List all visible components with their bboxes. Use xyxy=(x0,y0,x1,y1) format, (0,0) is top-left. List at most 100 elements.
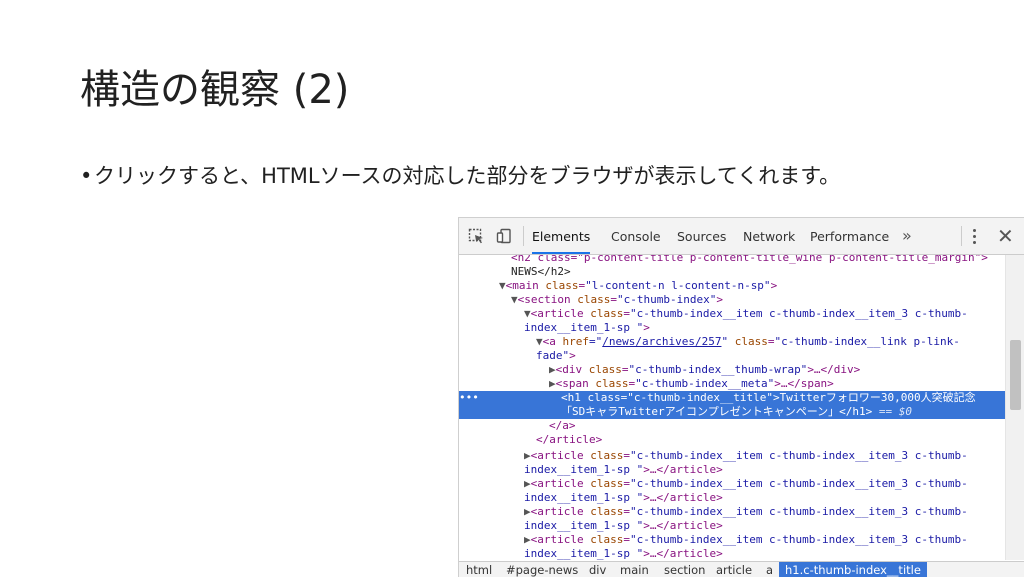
breadcrumb-item-current[interactable]: h1.c-thumb-index__title xyxy=(779,562,927,577)
attr-value: "c-thumb-index__item c-thumb-index__item… xyxy=(629,477,968,490)
tag-close: </article> xyxy=(536,433,603,446)
dom-node-article[interactable]: ▼<article class="c-thumb-index__item c-t… xyxy=(459,307,1005,321)
console-ref: == $0 xyxy=(872,405,913,418)
tag-name: <section xyxy=(517,293,571,306)
attr-name: class xyxy=(590,505,624,518)
tag-close: > xyxy=(770,279,778,292)
dom-tree: <h2 class="p-content-title p-content-tit… xyxy=(459,255,1005,560)
attr-value: index__item_1-sp " xyxy=(524,491,644,504)
href-link[interactable]: /news/archives/257 xyxy=(602,335,721,348)
attr-value: "c-thumb-index__link p-link- xyxy=(774,335,960,348)
slide-title: 構造の観察 (2) xyxy=(80,67,350,113)
tag-name: <span xyxy=(555,377,589,390)
devtools-toolbar: Elements Console Sources Network Perform… xyxy=(459,218,1024,255)
attr-value: "c-thumb-index__item c-thumb-index__item… xyxy=(629,449,968,462)
dom-node-a[interactable]: ▼<a href="/news/archives/257" class="c-t… xyxy=(459,335,1005,349)
breadcrumb-item[interactable]: article xyxy=(714,562,754,577)
tag-close: > xyxy=(569,349,576,362)
dom-node-article[interactable]: ▶<article class="c-thumb-index__item c-t… xyxy=(459,533,1005,547)
tab-console[interactable]: Console xyxy=(611,218,661,254)
dom-node-article[interactable]: ▶<article class="c-thumb-index__item c-t… xyxy=(459,505,1005,519)
devtools-panel: Elements Console Sources Network Perform… xyxy=(458,217,1024,577)
tag-close: </h1> xyxy=(839,405,873,418)
attr-name: href xyxy=(562,335,590,348)
attr-name: class xyxy=(590,307,624,320)
breadcrumb-item[interactable]: html xyxy=(464,562,494,577)
breadcrumb-item[interactable]: section xyxy=(662,562,707,577)
dom-node-close[interactable]: </a> xyxy=(459,419,1005,433)
tab-sources[interactable]: Sources xyxy=(677,218,726,254)
tab-performance[interactable]: Performance xyxy=(810,218,889,254)
dom-node-line[interactable]: index__item_1-sp ">…</article> xyxy=(459,547,1005,560)
expand-triangle-icon[interactable]: ▶ xyxy=(524,533,531,546)
tag-name: <main xyxy=(505,279,539,292)
collapse-triangle-icon[interactable]: ▼ xyxy=(499,279,506,292)
dom-node-line[interactable]: fade"> xyxy=(459,349,1005,363)
attr-value: "c-thumb-index__thumb-wrap" xyxy=(628,363,808,376)
collapse-triangle-icon[interactable]: ▼ xyxy=(524,307,531,320)
breadcrumb: html #page-news div main section article… xyxy=(459,561,1024,577)
tag-name: <h1 xyxy=(561,391,581,404)
tag-name: <div xyxy=(555,363,583,376)
attr-value: index__item_1-sp " xyxy=(524,463,644,476)
dom-node-line[interactable]: index__item_1-sp ">…</article> xyxy=(459,519,1005,533)
attr-name: class xyxy=(590,533,624,546)
more-tabs-button[interactable]: » xyxy=(902,218,912,254)
attr-value: "c-thumb-index__title" xyxy=(627,391,773,404)
breadcrumb-item[interactable]: div xyxy=(587,562,608,577)
scrollbar-thumb[interactable] xyxy=(1010,340,1021,410)
attr-name: class xyxy=(545,279,579,292)
dom-node-h1-selected[interactable]: ••• <h1 class="c-thumb-index__title">Twit… xyxy=(459,391,1005,405)
tab-network[interactable]: Network xyxy=(743,218,795,254)
dom-node-text: <h2 class="p-content-title p-content-tit… xyxy=(511,255,988,264)
expand-triangle-icon[interactable]: ▶ xyxy=(524,449,531,462)
dom-node-line[interactable]: NEWS</h2> xyxy=(459,265,1005,279)
toolbar-divider xyxy=(961,226,962,246)
tag-close: >…</div> xyxy=(807,363,861,376)
tag-close: >…</span> xyxy=(774,377,834,390)
breadcrumb-item[interactable]: #page-news xyxy=(504,562,580,577)
dom-node-close[interactable]: </article> xyxy=(459,433,1005,447)
dom-node-line[interactable]: <h2 class="p-content-title p-content-tit… xyxy=(459,255,1005,265)
expand-triangle-icon[interactable]: ▶ xyxy=(549,377,556,390)
expand-triangle-icon[interactable]: ▶ xyxy=(524,505,531,518)
attr-name: class xyxy=(595,377,629,390)
kebab-menu-icon[interactable] xyxy=(973,229,977,244)
attr-value: "c-thumb-index" xyxy=(616,293,717,306)
tag-close: >…</article> xyxy=(643,547,723,560)
expand-triangle-icon[interactable]: ▶ xyxy=(524,477,531,490)
dom-node-text: NEWS</h2> xyxy=(511,265,571,278)
dom-node-section[interactable]: ▼<section class="c-thumb-index"> xyxy=(459,293,1005,307)
inspect-element-icon[interactable] xyxy=(468,228,484,244)
dom-node-line[interactable]: index__item_1-sp ">…</article> xyxy=(459,491,1005,505)
dom-node-span[interactable]: ▶<span class="c-thumb-index__meta">…</sp… xyxy=(459,377,1005,391)
attr-value: "c-thumb-index__item c-thumb-index__item… xyxy=(629,505,968,518)
tag-close: >…</article> xyxy=(643,491,723,504)
dom-node-article[interactable]: ▶<article class="c-thumb-index__item c-t… xyxy=(459,477,1005,491)
tag-close: >…</article> xyxy=(643,463,723,476)
attr-name: class xyxy=(734,335,768,348)
breadcrumb-item[interactable]: a xyxy=(764,562,775,577)
device-toolbar-icon[interactable] xyxy=(496,228,512,244)
dom-node-line[interactable]: index__item_1-sp ">…</article> xyxy=(459,463,1005,477)
close-devtools-button[interactable]: ✕ xyxy=(997,224,1014,248)
tag-name: <article xyxy=(530,533,584,546)
attr-quote: " xyxy=(721,335,729,348)
breadcrumb-item[interactable]: main xyxy=(618,562,651,577)
collapse-triangle-icon[interactable]: ▼ xyxy=(536,335,543,348)
dom-tree-scrollbar[interactable] xyxy=(1005,255,1024,560)
tag-name: <article xyxy=(530,307,584,320)
dom-node-line[interactable]: index__item_1-sp "> xyxy=(459,321,1005,335)
attr-value: fade" xyxy=(536,349,570,362)
dom-node-article[interactable]: ▶<article class="c-thumb-index__item c-t… xyxy=(459,449,1005,463)
dom-node-main[interactable]: ▼<main class="l-content-n l-content-n-sp… xyxy=(459,279,1005,293)
tag-close: > xyxy=(643,321,650,334)
expand-triangle-icon[interactable]: ▶ xyxy=(549,363,556,376)
tab-elements[interactable]: Elements xyxy=(532,218,591,254)
attr-value: index__item_1-sp " xyxy=(524,519,644,532)
node-dots-icon[interactable]: ••• xyxy=(459,391,479,405)
attr-name: class xyxy=(577,293,611,306)
dom-node-h1-selected-cont[interactable]: 「SDキャラTwitterアイコンプレゼントキャンペーン」</h1> == $0 xyxy=(459,405,1005,419)
collapse-triangle-icon[interactable]: ▼ xyxy=(511,293,518,306)
dom-node-div[interactable]: ▶<div class="c-thumb-index__thumb-wrap">… xyxy=(459,363,1005,377)
